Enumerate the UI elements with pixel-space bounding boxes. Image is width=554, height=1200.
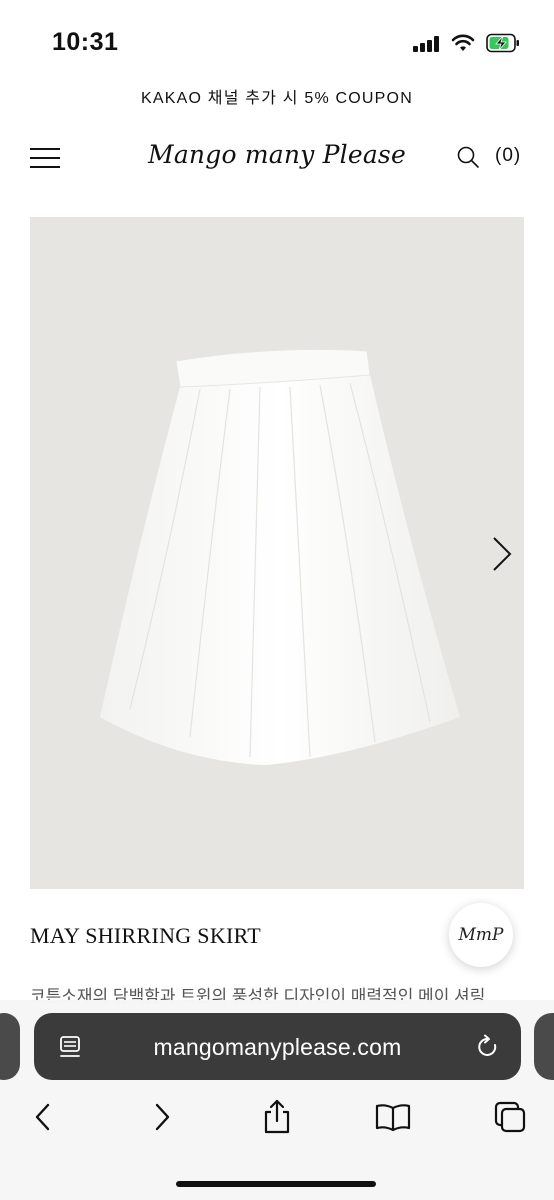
tabs-icon (494, 1101, 526, 1133)
bookmarks-icon (375, 1104, 411, 1132)
chevron-right-icon[interactable] (488, 534, 516, 574)
skirt-photo (100, 348, 460, 765)
address-bar[interactable]: mangomanyplease.com (34, 1013, 521, 1080)
next-tab-peek[interactable] (534, 1013, 554, 1080)
cart-count[interactable]: (0) (495, 145, 521, 167)
battery-charging-icon (486, 33, 519, 53)
browser-toolbar (0, 1092, 554, 1152)
product-title: MAY SHIRRING SKIRT (30, 923, 262, 948)
previous-tab-peek[interactable] (0, 1013, 20, 1080)
back-button[interactable] (21, 1092, 65, 1142)
url-text[interactable]: mangomanyplease.com (34, 1034, 521, 1061)
signal-icon (413, 36, 439, 52)
chat-badge-button[interactable]: MmP (449, 903, 513, 967)
search-icon[interactable] (456, 145, 480, 169)
status-time: 10:31 (52, 28, 119, 56)
announcement-bar[interactable]: KAKAO 채널 추가 시 5% COUPON (0, 84, 554, 108)
back-icon (35, 1103, 50, 1131)
wifi-icon (451, 34, 475, 51)
tabs-button[interactable] (488, 1092, 532, 1142)
reload-icon[interactable] (476, 1034, 500, 1060)
forward-button[interactable] (140, 1092, 184, 1142)
home-indicator (176, 1181, 376, 1187)
share-button[interactable] (255, 1092, 299, 1142)
product-image[interactable] (30, 217, 524, 889)
forward-icon (155, 1103, 170, 1131)
share-icon (264, 1099, 290, 1134)
bookmarks-button[interactable] (371, 1092, 415, 1142)
status-bar: 10:31 (0, 0, 554, 80)
